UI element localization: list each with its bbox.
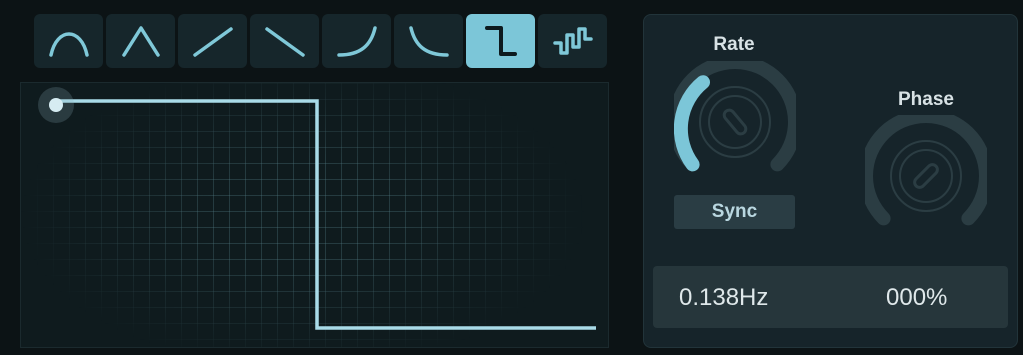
exp-curve-down-icon	[408, 26, 449, 57]
lfo-waveform-graph[interactable]	[20, 82, 609, 348]
shape-button-square[interactable]	[466, 14, 535, 68]
random-steps-icon	[552, 27, 593, 55]
sync-button[interactable]: Sync	[674, 195, 795, 229]
exp-curve-up-icon	[336, 26, 377, 57]
shape-button-ramp-up[interactable]	[178, 14, 247, 68]
lfo-editor: Rate Sync Phase 0.138Hz 000%	[0, 0, 1023, 355]
shape-button-random[interactable]	[538, 14, 607, 68]
lfo-controls-panel: Rate Sync Phase 0.138Hz 000%	[643, 14, 1018, 348]
ramp-up-icon	[192, 27, 233, 57]
rate-knob[interactable]	[668, 54, 802, 183]
waveform-start-handle[interactable]	[38, 87, 74, 123]
shape-button-exp-down[interactable]	[394, 14, 463, 68]
shape-button-ramp-down[interactable]	[250, 14, 319, 68]
shape-button-triangle[interactable]	[106, 14, 175, 68]
shape-button-arch[interactable]	[34, 14, 103, 68]
rate-label: Rate	[713, 34, 755, 55]
lfo-waveform-line	[54, 99, 596, 330]
phase-knob[interactable]	[859, 108, 993, 237]
phase-value: 000%	[886, 284, 948, 311]
square-step-icon	[484, 26, 517, 56]
ramp-down-icon	[264, 27, 305, 57]
waveform-shape-selector	[34, 14, 608, 68]
shape-button-exp-up[interactable]	[322, 14, 391, 68]
rate-value: 0.138Hz	[679, 284, 769, 311]
arch-curve-icon	[48, 32, 89, 57]
triangle-icon	[121, 26, 160, 57]
value-readout: 0.138Hz 000%	[653, 266, 1008, 328]
phase-label: Phase	[898, 89, 954, 110]
